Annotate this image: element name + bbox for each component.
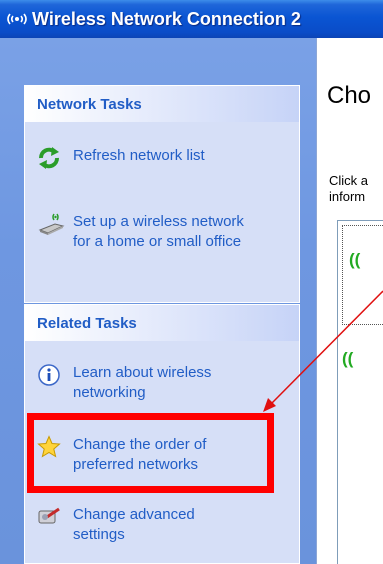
- setup-wireless-network-label: Set up a wireless network for a home or …: [73, 213, 244, 250]
- window-title: Wireless Network Connection 2: [32, 8, 301, 29]
- highlight-box: [27, 413, 274, 493]
- settings-icon: [37, 505, 65, 529]
- content-pane: Cho Click a inform (( ((: [316, 38, 383, 564]
- network-tasks-header[interactable]: Network Tasks: [25, 86, 299, 122]
- change-advanced-settings-label: Change advanced settings: [73, 506, 195, 543]
- refresh-icon: [37, 146, 65, 170]
- refresh-network-list-label: Refresh network list: [73, 147, 205, 164]
- learn-about-wireless-link[interactable]: Learn about wireless networking: [37, 363, 211, 403]
- change-advanced-settings-link[interactable]: Change advanced settings: [37, 505, 195, 545]
- wireless-signal-icon: ((: [342, 349, 354, 368]
- wireless-signal-icon: [4, 10, 30, 28]
- refresh-network-list-link[interactable]: Refresh network list: [37, 146, 205, 170]
- info-icon: [37, 363, 65, 387]
- learn-about-wireless-label: Learn about wireless networking: [73, 364, 212, 401]
- network-list[interactable]: (( ((: [337, 220, 383, 564]
- title-bar[interactable]: Wireless Network Connection 2: [0, 0, 383, 38]
- related-tasks-header[interactable]: Related Tasks: [25, 305, 299, 341]
- network-entry-selected[interactable]: ((: [342, 225, 383, 325]
- page-heading: Cho: [327, 82, 372, 109]
- setup-wireless-network-link[interactable]: Set up a wireless network for a home or …: [37, 212, 244, 252]
- wireless-setup-icon: [37, 212, 65, 236]
- description-line-1: Click a: [329, 173, 369, 188]
- network-tasks-panel: Network Tasks Refresh network list Set u…: [24, 85, 300, 303]
- page-description: Click a inform: [329, 173, 368, 205]
- wireless-signal-icon: ((: [349, 250, 361, 269]
- network-entry[interactable]: ((: [342, 339, 383, 429]
- description-line-2: inform: [329, 189, 366, 204]
